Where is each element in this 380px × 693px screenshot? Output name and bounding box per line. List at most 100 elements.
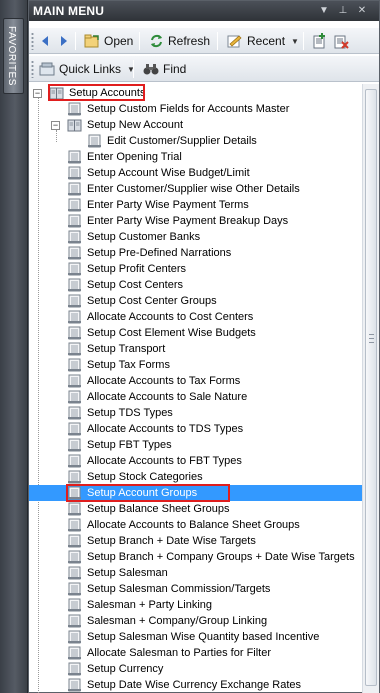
recent-icon xyxy=(227,35,242,48)
tree-item-label: Allocate Accounts to FBT Types xyxy=(87,455,242,467)
quick-links-button[interactable]: Quick Links ▼ xyxy=(37,59,137,79)
form-icon xyxy=(67,422,82,436)
main-menu-panel: MAIN MENU ▼ ⊥ ✕ Open Refresh Recent ▼ Qu… xyxy=(28,0,380,693)
form-icon xyxy=(67,150,82,164)
book-icon xyxy=(49,86,64,100)
tree-item[interactable]: Setup Balance Sheet Groups xyxy=(29,501,362,517)
toolbar-separator xyxy=(303,32,304,50)
refresh-icon xyxy=(151,34,162,48)
tree-item[interactable]: Salesman + Company/Group Linking xyxy=(29,613,362,629)
tree-item-label: Allocate Accounts to Balance Sheet Group… xyxy=(87,519,300,531)
tree-item[interactable]: Allocate Accounts to Cost Centers xyxy=(29,309,362,325)
form-icon xyxy=(67,662,82,676)
favorites-strip: FAVORITES xyxy=(0,0,28,693)
form-icon xyxy=(67,262,82,276)
tree-item-label: Allocate Accounts to Sale Nature xyxy=(87,391,248,403)
tree-item[interactable]: Setup Stock Categories xyxy=(29,469,362,485)
tree-item[interactable]: Setup Transport xyxy=(29,341,362,357)
tree-item[interactable]: Setup Cost Center Groups xyxy=(29,293,362,309)
panel-dropdown-icon[interactable]: ▼ xyxy=(318,4,330,17)
add-favorite-button[interactable] xyxy=(310,31,330,51)
tree-item[interactable]: Setup TDS Types xyxy=(29,405,362,421)
tree-item[interactable]: Setup Profit Centers xyxy=(29,261,362,277)
form-icon xyxy=(67,502,82,516)
quick-links-label: Quick Links xyxy=(59,62,122,76)
toolbar-separator xyxy=(217,32,218,50)
tree-item[interactable]: Setup Cost Element Wise Budgets xyxy=(29,325,362,341)
open-folder-icon xyxy=(84,34,99,48)
tree-item-label: Setup Branch + Date Wise Targets xyxy=(87,535,256,547)
tree-node-custom-fields[interactable]: Setup Custom Fields for Accounts Master xyxy=(29,101,362,117)
open-button[interactable]: Open xyxy=(82,31,135,51)
tree-node-setup-new-account[interactable]: − Setup New Account xyxy=(29,117,362,133)
collapse-icon[interactable]: − xyxy=(51,121,60,130)
tree-item[interactable]: Setup Salesman xyxy=(29,565,362,581)
form-icon xyxy=(67,246,82,260)
tree-item-label: Setup Currency xyxy=(87,663,164,675)
back-arrow-icon xyxy=(42,36,48,46)
tree-item[interactable]: Enter Opening Trial xyxy=(29,149,362,165)
title-bar: MAIN MENU ▼ ⊥ ✕ xyxy=(29,1,379,21)
recent-button[interactable]: Recent ▼ xyxy=(225,31,301,51)
toolbar-separator xyxy=(75,32,76,50)
tree-item[interactable]: Setup Pre-Defined Narrations xyxy=(29,245,362,261)
tree-item-label: Setup Cost Centers xyxy=(87,279,183,291)
tree-item[interactable]: Setup Branch + Date Wise Targets xyxy=(29,533,362,549)
tree-item[interactable]: Setup Account Groups xyxy=(29,485,362,501)
tree-item[interactable]: Enter Customer/Supplier wise Other Detai… xyxy=(29,181,362,197)
tree-item-label: Setup FBT Types xyxy=(87,439,172,451)
tree-item[interactable]: Allocate Accounts to TDS Types xyxy=(29,421,362,437)
tree-item[interactable]: Setup Account Wise Budget/Limit xyxy=(29,165,362,181)
scrollbar-thumb[interactable] xyxy=(365,89,377,686)
tree-node-edit-customer[interactable]: Edit Customer/Supplier Details xyxy=(29,133,362,149)
tree-item[interactable]: Allocate Accounts to Balance Sheet Group… xyxy=(29,517,362,533)
panel-title: MAIN MENU xyxy=(33,4,105,18)
tree-item[interactable]: Setup FBT Types xyxy=(29,437,362,453)
tree-item-label: Salesman + Party Linking xyxy=(87,599,213,611)
tree-item[interactable]: Allocate Salesman to Parties for Filter xyxy=(29,645,362,661)
tree-item[interactable]: Allocate Accounts to FBT Types xyxy=(29,453,362,469)
tree-item-label: Setup Profit Centers xyxy=(87,263,187,275)
refresh-button[interactable]: Refresh xyxy=(147,31,212,51)
find-button[interactable]: Find xyxy=(141,59,188,79)
tree-item[interactable]: Allocate Accounts to Tax Forms xyxy=(29,373,362,389)
tree-item[interactable]: Setup Currency xyxy=(29,661,362,677)
pin-icon[interactable]: ⊥ xyxy=(337,4,349,17)
form-icon xyxy=(67,182,82,196)
toolbar-grip[interactable] xyxy=(31,32,34,50)
tree-node-setup-accounts[interactable]: − Setup Accounts xyxy=(29,85,362,101)
tree-item-label: Setup Balance Sheet Groups xyxy=(87,503,230,515)
tree-item-label: Setup New Account xyxy=(87,119,184,131)
tree-item[interactable]: Enter Party Wise Payment Breakup Days xyxy=(29,213,362,229)
tree-item[interactable]: Allocate Accounts to Sale Nature xyxy=(29,389,362,405)
form-icon xyxy=(67,390,82,404)
remove-favorite-button[interactable] xyxy=(331,31,351,51)
tree-connector xyxy=(56,130,57,142)
tree-item-label: Allocate Salesman to Parties for Filter xyxy=(87,647,272,659)
tree-item[interactable]: Enter Party Wise Payment Terms xyxy=(29,197,362,213)
form-icon xyxy=(67,550,82,564)
close-icon[interactable]: ✕ xyxy=(356,4,368,17)
form-icon xyxy=(67,454,82,468)
tree-item-label: Setup Tax Forms xyxy=(87,359,170,371)
tree-item[interactable]: Setup Salesman Wise Quantity based Incen… xyxy=(29,629,362,645)
toolbar-grip[interactable] xyxy=(31,60,34,78)
tree-item[interactable]: Setup Salesman Commission/Targets xyxy=(29,581,362,597)
tree-item[interactable]: Setup Date Wise Currency Exchange Rates xyxy=(29,677,362,693)
forward-arrow-icon xyxy=(61,36,67,46)
recent-dropdown-icon[interactable]: ▼ xyxy=(291,37,299,46)
form-icon xyxy=(67,518,82,532)
forward-button[interactable] xyxy=(56,31,72,51)
collapse-icon[interactable]: − xyxy=(33,89,42,98)
tree-item-label: Allocate Accounts to TDS Types xyxy=(87,423,244,435)
tree-item[interactable]: Salesman + Party Linking xyxy=(29,597,362,613)
tree-item[interactable]: Setup Customer Banks xyxy=(29,229,362,245)
tree-item-label: Setup Date Wise Currency Exchange Rates xyxy=(87,679,301,691)
form-icon xyxy=(67,166,82,180)
tree-item[interactable]: Setup Branch + Company Groups + Date Wis… xyxy=(29,549,362,565)
tree-item[interactable]: Setup Cost Centers xyxy=(29,277,362,293)
vertical-scrollbar[interactable] xyxy=(362,84,379,693)
back-button[interactable] xyxy=(37,31,53,51)
tree-item[interactable]: Setup Tax Forms xyxy=(29,357,362,373)
form-icon xyxy=(67,582,82,596)
